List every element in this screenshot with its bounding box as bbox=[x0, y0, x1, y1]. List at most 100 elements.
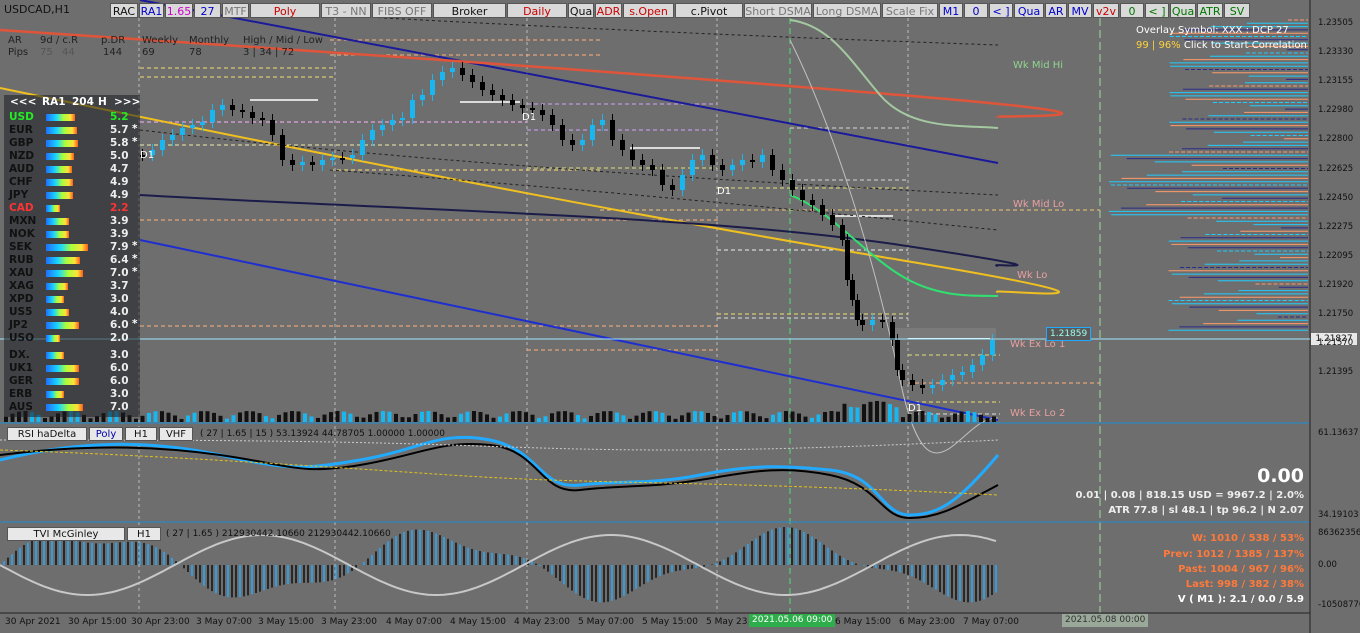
candle-body bbox=[680, 175, 685, 190]
tvi-v: V ( M1 ): 2.1 / 0.0 / 5.9 bbox=[1177, 594, 1304, 605]
volume-bar bbox=[4, 416, 8, 422]
candle-body bbox=[790, 180, 795, 190]
toolbar-button-1[interactable]: RA1 bbox=[139, 3, 164, 18]
toolbar-button-19[interactable]: < ] bbox=[989, 3, 1013, 18]
toolbar-button-8[interactable]: Broker bbox=[433, 3, 506, 18]
candle-body bbox=[700, 155, 705, 160]
candle-body bbox=[895, 340, 900, 370]
currency-value: 6.0 bbox=[110, 375, 129, 387]
candle-body bbox=[390, 120, 395, 125]
toolbar-button-14[interactable]: Short DSMA bbox=[744, 3, 812, 18]
correlation-toggle[interactable]: 99 | 96% Click to Start Correlation bbox=[1136, 40, 1307, 51]
volume-bar bbox=[979, 414, 983, 422]
strength-bar bbox=[46, 192, 74, 199]
volume-bar bbox=[537, 418, 541, 422]
toolbar-button-10[interactable]: Qua bbox=[568, 3, 594, 18]
time-tick: 5 May 23 bbox=[706, 617, 748, 627]
toolbar-button-15[interactable]: Long DSMA bbox=[813, 3, 881, 18]
tvi-tf-button[interactable]: H1 bbox=[127, 527, 161, 541]
tvi-pane-title[interactable]: TVI McGinley bbox=[7, 527, 125, 541]
volume-bar bbox=[524, 412, 528, 422]
candle-body bbox=[350, 155, 355, 158]
candle-body bbox=[820, 205, 825, 215]
next-button[interactable]: >>> bbox=[114, 96, 140, 108]
volume-bar bbox=[381, 411, 385, 422]
volume-bar bbox=[868, 401, 873, 422]
candle-body bbox=[740, 160, 745, 165]
currency-star: * bbox=[132, 136, 138, 148]
candle-body bbox=[540, 110, 545, 115]
toolbar-button-28[interactable]: SV bbox=[1224, 3, 1250, 18]
volume-bar bbox=[491, 417, 496, 422]
currency-row-chf: CHF 4.9 bbox=[4, 176, 134, 189]
toolbar-button-5[interactable]: Poly bbox=[250, 3, 320, 18]
currency-value: 2.0 bbox=[110, 332, 129, 344]
currency-row-jp2: JP2 6.0 * bbox=[4, 318, 138, 332]
wk-mid-lo-label: Wk Mid Lo bbox=[1013, 199, 1065, 210]
currency-value: 6.0 bbox=[110, 362, 129, 374]
currency-name: USD bbox=[9, 111, 34, 123]
candle-body bbox=[410, 100, 415, 118]
candle-body bbox=[280, 135, 285, 160]
stat-pips-pdr: 144 bbox=[103, 47, 123, 58]
toolbar-button-22[interactable]: MV bbox=[1068, 3, 1092, 18]
rsi-tf-button[interactable]: H1 bbox=[125, 427, 157, 441]
volume-bar bbox=[231, 415, 236, 422]
time-tick: 3 May 15:00 bbox=[258, 617, 314, 627]
toolbar-button-6[interactable]: T3 - NN bbox=[321, 3, 371, 18]
volume-bar bbox=[179, 418, 184, 422]
toolbar-button-7[interactable]: FIBS OFF bbox=[372, 3, 432, 18]
volume-bar bbox=[166, 412, 171, 422]
candle-body bbox=[890, 322, 895, 340]
toolbar-button-24[interactable]: 0 bbox=[1120, 3, 1144, 18]
currency-row-gbp: GBP 5.8 * bbox=[4, 136, 138, 150]
d1-label-3: D1 bbox=[717, 186, 732, 197]
toolbar-button-27[interactable]: ATR bbox=[1197, 3, 1223, 18]
candle-body bbox=[870, 320, 875, 325]
candle-body bbox=[610, 120, 615, 140]
strength-bar bbox=[46, 114, 75, 121]
toolbar-button-18[interactable]: 0 bbox=[964, 3, 988, 18]
toolbar-button-25[interactable]: < ] bbox=[1145, 3, 1169, 18]
toolbar-button-17[interactable]: M1 bbox=[939, 3, 963, 18]
strength-bar bbox=[46, 322, 79, 329]
tvi-params: ( 27 | 1.65 ) 212930442.10660 212930442.… bbox=[166, 529, 391, 539]
toolbar-button-4[interactable]: MTF bbox=[222, 3, 249, 18]
currency-row-usd: USD 5.2 bbox=[4, 111, 134, 124]
panel-value: 204 bbox=[72, 96, 94, 108]
toolbar-button-13[interactable]: c.Pivot bbox=[675, 3, 743, 18]
correlation-pct: 99 | 96% bbox=[1136, 40, 1181, 51]
currency-name: EUR bbox=[9, 124, 33, 136]
toolbar-button-12[interactable]: s.Open bbox=[623, 3, 674, 18]
candle-body bbox=[270, 120, 275, 135]
volume-bar bbox=[504, 413, 509, 422]
prev-button[interactable]: <<< bbox=[10, 96, 36, 108]
toolbar-button-26[interactable]: Qua bbox=[1170, 3, 1196, 18]
toolbar-button-11[interactable]: ADR bbox=[595, 3, 622, 18]
toolbar-button-16[interactable]: Scale Fix bbox=[882, 3, 938, 18]
wk-lo-label: Wk Lo bbox=[1017, 270, 1048, 281]
toolbar-button-0[interactable]: RAC bbox=[110, 3, 138, 18]
candle-body bbox=[560, 125, 565, 140]
rsi-vhf-button[interactable]: VHF bbox=[159, 427, 193, 441]
time-tick: 30 Apr 15:00 bbox=[68, 617, 127, 627]
volume-bar bbox=[933, 414, 938, 422]
strength-bar bbox=[46, 335, 60, 342]
currency-row-sek: SEK 7.9 * bbox=[4, 240, 138, 254]
toolbar-button-2[interactable]: 1.65 bbox=[165, 3, 193, 18]
rsi-mode-button[interactable]: Poly bbox=[89, 427, 123, 441]
price-tick: 1.22625 bbox=[1318, 163, 1354, 174]
volume-bar bbox=[946, 416, 951, 422]
toolbar-button-9[interactable]: Daily bbox=[507, 3, 567, 18]
volume-bar bbox=[420, 411, 424, 422]
strength-bar bbox=[46, 391, 65, 398]
price-tick: 1.23155 bbox=[1318, 76, 1354, 87]
volume-bar bbox=[335, 411, 340, 422]
toolbar-button-23[interactable]: v2v bbox=[1093, 3, 1119, 18]
toolbar-button-3[interactable]: 27 bbox=[194, 3, 221, 18]
toolbar-button-20[interactable]: Qua bbox=[1014, 3, 1044, 18]
currency-name: JPY bbox=[9, 189, 29, 201]
candle-body bbox=[970, 365, 975, 372]
toolbar-button-21[interactable]: AR bbox=[1045, 3, 1067, 18]
rsi-pane-title[interactable]: RSI haDelta bbox=[7, 427, 87, 441]
